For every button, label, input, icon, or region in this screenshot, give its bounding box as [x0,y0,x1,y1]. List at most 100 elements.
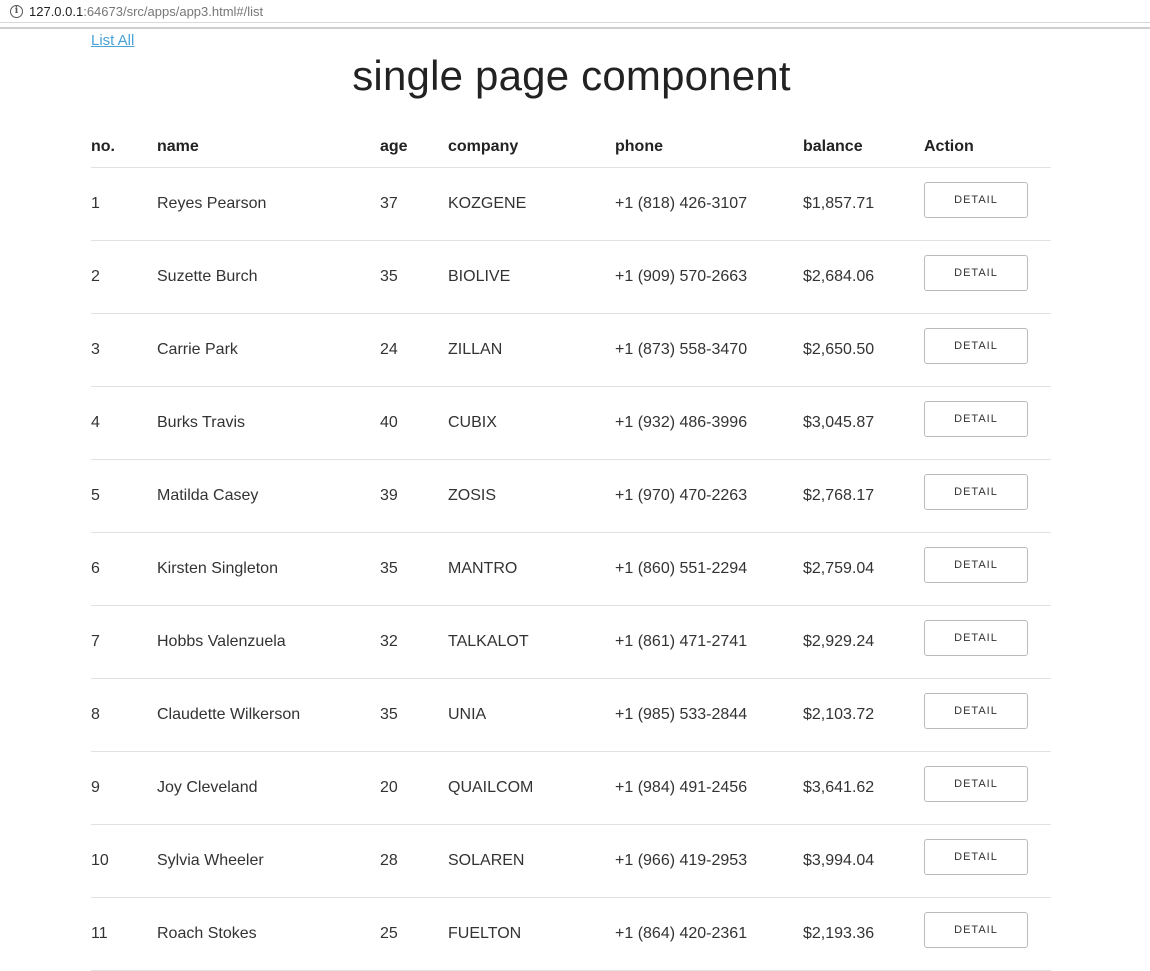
table-row: 5 Matilda Casey 39 ZOSIS +1 (970) 470-2263 $2… [91,459,1051,533]
cell-company: CUBIX [448,386,615,460]
cell-name: Burks Travis [157,386,380,460]
table-row: 8 Claudette Wilkerson 35 UNIA +1 (985) 533-2… [91,678,1051,752]
detail-button[interactable]: DETAIL [924,620,1028,656]
cell-name: Sylvia Wheeler [157,824,380,898]
cell-name: Kirsten Singleton [157,532,380,606]
cell-no: 8 [91,678,157,752]
cell-balance: $2,759.04 [803,532,924,606]
cell-no: 7 [91,605,157,679]
cell-company: SOLAREN [448,824,615,898]
table-row: 7 Hobbs Valenzuela 32 TALKALOT +1 (861) 471-… [91,605,1051,679]
cell-company: MANTRO [448,532,615,606]
cell-balance: $2,193.36 [803,897,924,971]
cell-age: 20 [380,751,448,825]
header-name: name [157,127,380,168]
cell-name: Suzette Burch [157,240,380,314]
address-bar[interactable]: i 127.0.0.1:64673/src/apps/app3.html#/li… [0,0,1150,23]
cell-company: BIOLIVE [448,240,615,314]
cell-no: 9 [91,751,157,825]
table-row: 6 Kirsten Singleton 35 MANTRO +1 (860) 551-2… [91,532,1051,606]
detail-button[interactable]: DETAIL [924,547,1028,583]
detail-button[interactable]: DETAIL [924,328,1028,364]
cell-age: 40 [380,386,448,460]
cell-no: 1 [91,167,157,241]
cell-action: DETAIL [924,167,1051,241]
cell-age: 24 [380,313,448,387]
cell-action: DETAIL [924,751,1051,825]
cell-no: 3 [91,313,157,387]
cell-no: 11 [91,897,157,971]
detail-button[interactable]: DETAIL [924,474,1028,510]
detail-button[interactable]: DETAIL [924,401,1028,437]
header-balance: balance [803,127,924,168]
cell-no: 4 [91,386,157,460]
table-header-row: no. name age company phone balance Actio… [91,127,1051,168]
cell-phone: +1 (861) 471-2741 [615,605,803,679]
cell-no: 6 [91,532,157,606]
table-row: 2 Suzette Burch 35 BIOLIVE +1 (909) 570-2663… [91,240,1051,314]
cell-action: DETAIL [924,386,1051,460]
cell-no: 10 [91,824,157,898]
cell-balance: $2,103.72 [803,678,924,752]
cell-phone: +1 (909) 570-2663 [615,240,803,314]
cell-phone: +1 (873) 558-3470 [615,313,803,387]
cell-action: DETAIL [924,240,1051,314]
cell-name: Matilda Casey [157,459,380,533]
cell-balance: $2,768.17 [803,459,924,533]
detail-button[interactable]: DETAIL [924,912,1028,948]
cell-age: 35 [380,240,448,314]
divider [0,27,1150,29]
info-icon[interactable]: i [10,4,23,18]
cell-balance: $3,641.62 [803,751,924,825]
cell-company: KOZGENE [448,167,615,241]
cell-action: DETAIL [924,532,1051,606]
cell-company: ZOSIS [448,459,615,533]
cell-name: Roach Stokes [157,897,380,971]
list-all-link[interactable]: List All [91,32,134,49]
header-age: age [380,127,448,168]
page-title: single page component [352,52,791,99]
cell-age: 32 [380,605,448,679]
cell-no: 5 [91,459,157,533]
cell-action: DETAIL [924,313,1051,387]
table-row: 4 Burks Travis 40 CUBIX +1 (932) 486-3996 $3,… [91,386,1051,460]
cell-age: 37 [380,167,448,241]
url-path: :64673/src/apps/app3.html#/list [83,3,264,19]
header-company: company [448,127,615,168]
data-table: no. name age company phone balance Actio… [91,127,1051,971]
detail-button[interactable]: DETAIL [924,839,1028,875]
detail-button[interactable]: DETAIL [924,766,1028,802]
cell-action: DETAIL [924,678,1051,752]
header-action: Action [924,127,1051,168]
table-row: 1 Reyes Pearson 37 KOZGENE +1 (818) 426-3107… [91,167,1051,241]
cell-action: DETAIL [924,824,1051,898]
cell-age: 35 [380,532,448,606]
table-row: 10 Sylvia Wheeler 28 SOLAREN +1 (966) 419-29… [91,824,1051,898]
cell-balance: $3,994.04 [803,824,924,898]
detail-button[interactable]: DETAIL [924,182,1028,218]
cell-phone: +1 (932) 486-3996 [615,386,803,460]
cell-company: TALKALOT [448,605,615,679]
cell-phone: +1 (966) 419-2953 [615,824,803,898]
cell-phone: +1 (984) 491-2456 [615,751,803,825]
url-host: 127.0.0.1 [29,3,84,19]
header-phone: phone [615,127,803,168]
cell-age: 39 [380,459,448,533]
cell-phone: +1 (818) 426-3107 [615,167,803,241]
detail-button[interactable]: DETAIL [924,693,1028,729]
cell-company: FUELTON [448,897,615,971]
table-row: 11 Roach Stokes 25 FUELTON +1 (864) 420-2361… [91,897,1051,971]
cell-age: 25 [380,897,448,971]
cell-age: 35 [380,678,448,752]
cell-phone: +1 (860) 551-2294 [615,532,803,606]
cell-action: DETAIL [924,897,1051,971]
cell-no: 2 [91,240,157,314]
cell-action: DETAIL [924,459,1051,533]
cell-balance: $2,929.24 [803,605,924,679]
cell-name: Claudette Wilkerson [157,678,380,752]
cell-name: Reyes Pearson [157,167,380,241]
detail-button[interactable]: DETAIL [924,255,1028,291]
cell-balance: $2,650.50 [803,313,924,387]
cell-company: UNIA [448,678,615,752]
cell-balance: $2,684.06 [803,240,924,314]
